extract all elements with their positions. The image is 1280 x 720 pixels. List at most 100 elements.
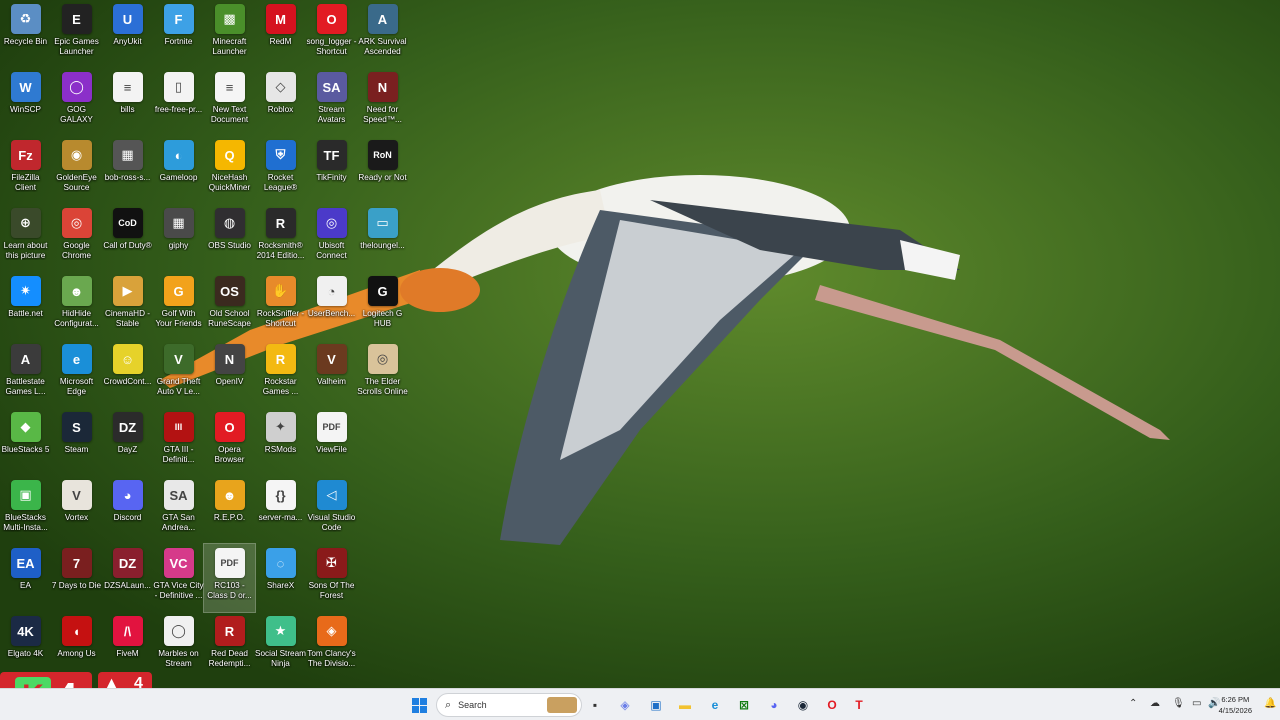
desktop-shortcut[interactable]: Fz FileZilla Client bbox=[0, 136, 51, 204]
desktop-shortcut[interactable]: ◯ Marbles on Stream bbox=[153, 612, 204, 680]
desktop-shortcut[interactable]: III GTA III - Definiti... bbox=[153, 408, 204, 476]
desktop-shortcut[interactable]: ◈ Tom Clancy's The Divisio... bbox=[306, 612, 357, 680]
desktop-shortcut[interactable]: ◆ BlueStacks 5 bbox=[0, 408, 51, 476]
xbox-icon[interactable]: ⊠ bbox=[733, 694, 755, 716]
desktop-shortcut-label: 7 Days to Die bbox=[51, 581, 102, 590]
desktop-shortcut[interactable]: G Golf With Your Friends bbox=[153, 272, 204, 340]
onedrive-icon[interactable]: ☁ bbox=[1150, 698, 1160, 709]
desktop-shortcut[interactable]: TF TikFinity bbox=[306, 136, 357, 204]
desktop-shortcut[interactable]: N OpenIV bbox=[204, 340, 255, 408]
desktop-shortcut[interactable]: ▯ free-free-pr... bbox=[153, 68, 204, 136]
desktop-shortcut[interactable]: A Battlestate Games L... bbox=[0, 340, 51, 408]
desktop-shortcut[interactable]: O Opera Browser bbox=[204, 408, 255, 476]
desktop-shortcut[interactable]: ✠ Sons Of The Forest bbox=[306, 544, 357, 612]
desktop-shortcut-label: Ready or Not bbox=[358, 173, 407, 182]
desktop-shortcut[interactable]: {} server-ma... bbox=[255, 476, 306, 544]
file-explorer-icon[interactable]: ▪ bbox=[584, 694, 606, 716]
chevron-up-icon[interactable]: ⌃ bbox=[1129, 698, 1137, 709]
store-icon[interactable]: ▣ bbox=[645, 694, 667, 716]
sharex-icon: ◌ bbox=[265, 548, 296, 578]
desktop-shortcut[interactable]: ◁ Visual Studio Code bbox=[306, 476, 357, 544]
desktop-shortcut[interactable]: /\ FiveM bbox=[102, 612, 153, 680]
desktop-shortcut[interactable]: ▭ theloungel... bbox=[357, 204, 408, 272]
desktop-shortcut[interactable]: DZ DZSALaun... bbox=[102, 544, 153, 612]
desktop-shortcut[interactable]: ≡ bills bbox=[102, 68, 153, 136]
desktop-shortcut[interactable]: ◔ UserBench... bbox=[306, 272, 357, 340]
desktop-shortcut[interactable]: U AnyUkit bbox=[102, 0, 153, 68]
desktop-shortcut[interactable]: DZ DayZ bbox=[102, 408, 153, 476]
desktop-shortcut[interactable]: ≡ New Text Document bbox=[204, 68, 255, 136]
desktop-shortcut[interactable]: OS Old School RuneScape bbox=[204, 272, 255, 340]
desktop-shortcut[interactable]: G Logitech G HUB bbox=[357, 272, 408, 340]
desktop-shortcut[interactable]: PDF ViewFile bbox=[306, 408, 357, 476]
desktop-shortcut[interactable]: S Steam bbox=[51, 408, 102, 476]
desktop-shortcut[interactable]: ▣ BlueStacks Multi-Insta... bbox=[0, 476, 51, 544]
desktop-shortcut[interactable]: A ARK Survival Ascended bbox=[357, 0, 408, 68]
network-icon[interactable]: ▭ bbox=[1192, 698, 1201, 709]
desktop-shortcut[interactable]: ✦ RSMods bbox=[255, 408, 306, 476]
desktop-shortcut[interactable]: N Need for Speed™... bbox=[357, 68, 408, 136]
desktop-shortcut-label: TikFinity bbox=[316, 173, 347, 182]
desktop-shortcut[interactable]: ◎ Ubisoft Connect bbox=[306, 204, 357, 272]
desktop-shortcut-label: RSMods bbox=[264, 445, 297, 454]
desktop-shortcut[interactable]: 4K Elgato 4K bbox=[0, 612, 51, 680]
desktop-shortcut[interactable]: EA EA bbox=[0, 544, 51, 612]
desktop-shortcut[interactable]: W WinSCP bbox=[0, 68, 51, 136]
desktop-shortcut[interactable]: ▦ bob-ross-s... bbox=[102, 136, 153, 204]
desktop-shortcut[interactable]: ☻ HidHide Configurat... bbox=[51, 272, 102, 340]
desktop-shortcut[interactable]: ♻ Recycle Bin bbox=[0, 0, 51, 68]
desktop-shortcut[interactable]: ◉ GoldenEye Source bbox=[51, 136, 102, 204]
desktop-shortcut[interactable]: R Red Dead Redempti... bbox=[204, 612, 255, 680]
copilot-icon[interactable]: ◈ bbox=[614, 694, 636, 716]
desktop-shortcut[interactable]: ▦ giphy bbox=[153, 204, 204, 272]
steam-taskbar-icon[interactable]: ◉ bbox=[792, 694, 814, 716]
desktop-shortcut[interactable]: R Rocksmith® 2014 Editio... bbox=[255, 204, 306, 272]
desktop-shortcut[interactable]: ✋ RockSniffer - Shortcut bbox=[255, 272, 306, 340]
desktop-shortcut[interactable]: PDF RC103 - Class D or... bbox=[203, 543, 256, 613]
desktop-shortcut[interactable]: SA Stream Avatars bbox=[306, 68, 357, 136]
microphone-icon[interactable]: 🎙 bbox=[1172, 698, 1185, 709]
tikfinity-taskbar-icon[interactable]: T bbox=[848, 694, 870, 716]
desktop-shortcut[interactable]: ◯ GOG GALAXY bbox=[51, 68, 102, 136]
desktop-shortcut[interactable]: V Vortex bbox=[51, 476, 102, 544]
desktop-shortcut[interactable]: RoN Ready or Not bbox=[357, 136, 408, 204]
taskbar-search[interactable]: ⌕ Search bbox=[436, 693, 582, 717]
desktop-shortcut[interactable]: ⛨ Rocket League® bbox=[255, 136, 306, 204]
desktop-shortcut[interactable]: F Fortnite bbox=[153, 0, 204, 68]
desktop-shortcut[interactable]: ☺ CrowdCont... bbox=[102, 340, 153, 408]
desktop-shortcut[interactable]: ▩ Minecraft Launcher bbox=[204, 0, 255, 68]
desktop-shortcut[interactable]: V Grand Theft Auto V Le... bbox=[153, 340, 204, 408]
desktop-shortcut[interactable]: E Epic Games Launcher bbox=[51, 0, 102, 68]
desktop-shortcut[interactable]: Q NiceHash QuickMiner bbox=[204, 136, 255, 204]
valheim-icon: V bbox=[316, 344, 347, 374]
desktop-shortcut[interactable]: CoD Call of Duty® bbox=[102, 204, 153, 272]
opera-taskbar-icon[interactable]: O bbox=[821, 694, 843, 716]
desktop-shortcut[interactable]: SA GTA San Andrea... bbox=[153, 476, 204, 544]
folder-icon[interactable]: ▬ bbox=[674, 694, 696, 716]
desktop-shortcut[interactable]: ◐ Gameloop bbox=[153, 136, 204, 204]
desktop-shortcut[interactable]: M RedM bbox=[255, 0, 306, 68]
desktop-shortcut[interactable]: ◎ Google Chrome bbox=[51, 204, 102, 272]
taskbar-clock[interactable]: 6:26 PM 4/15/2026 bbox=[1219, 694, 1252, 716]
desktop-shortcut[interactable]: ✷ Battle.net bbox=[0, 272, 51, 340]
desktop-shortcut[interactable]: ◌ ShareX bbox=[255, 544, 306, 612]
desktop-shortcut[interactable]: ★ Social Stream Ninja bbox=[255, 612, 306, 680]
desktop-shortcut[interactable]: V Valheim bbox=[306, 340, 357, 408]
desktop-shortcut[interactable]: ▶ CinemaHD - Stable bbox=[102, 272, 153, 340]
edge-taskbar-icon[interactable]: e bbox=[704, 694, 726, 716]
desktop-shortcut[interactable]: ◍ OBS Studio bbox=[204, 204, 255, 272]
desktop-shortcut[interactable]: ⊕ Learn about this picture bbox=[0, 204, 51, 272]
discord-taskbar-icon[interactable]: ◕ bbox=[763, 694, 785, 716]
desktop-shortcut[interactable]: VC GTA Vice City - Definitive ... bbox=[153, 544, 204, 612]
start-button[interactable] bbox=[408, 694, 430, 716]
desktop-shortcut[interactable]: ◎ The Elder Scrolls Online bbox=[357, 340, 408, 408]
desktop-shortcut[interactable]: Osong_logger - Shortcut bbox=[306, 0, 357, 68]
desktop-shortcut[interactable]: R Rockstar Games ... bbox=[255, 340, 306, 408]
desktop-shortcut[interactable]: 7 7 Days to Die bbox=[51, 544, 102, 612]
desktop-shortcut[interactable]: ◇ Roblox bbox=[255, 68, 306, 136]
notification-bell-icon[interactable]: 🔔 bbox=[1264, 698, 1276, 709]
desktop-shortcut[interactable]: e Microsoft Edge bbox=[51, 340, 102, 408]
desktop-shortcut[interactable]: ◖ Among Us bbox=[51, 612, 102, 680]
desktop-shortcut[interactable]: ◕ Discord bbox=[102, 476, 153, 544]
desktop-shortcut[interactable]: ☻ R.E.P.O. bbox=[204, 476, 255, 544]
